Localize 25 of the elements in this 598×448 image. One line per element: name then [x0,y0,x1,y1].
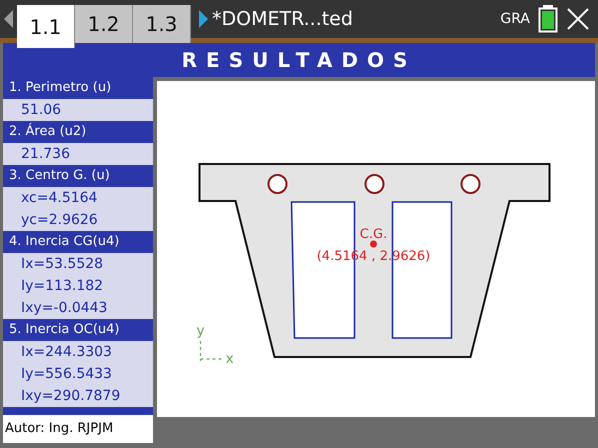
tab[interactable]: 1.1 [17,5,75,48]
result-value: Ix=244.3303 [3,341,153,363]
right-arrow-icon[interactable] [199,10,208,28]
result-value: yc=2.9626 [3,209,153,231]
result-value: Ixy=-0.0443 [3,297,153,319]
result-value: Iy=556.5433 [3,363,153,385]
centroid-label: C.G. [360,227,388,242]
axis-label: y [196,323,205,339]
battery-icon [538,5,558,33]
mode-indicator: GRA [500,10,530,28]
result-value: 51.06 [3,99,153,121]
result-value: Ixy=290.7879 [3,385,153,407]
axis-label: x [226,351,234,367]
result-value: xc=4.5164 [3,187,153,209]
axis-drawing [200,340,222,362]
result-value: Iy=113.182 [3,275,153,297]
centroid-point [370,240,377,248]
author-text: Autor: Ing. RJPJM [3,415,153,443]
document-title: *DOMETR...ted [212,6,353,32]
close-icon[interactable] [566,7,590,31]
header-title: RESULTADOS [0,43,598,77]
tab[interactable]: 1.2 [75,5,133,43]
tab[interactable]: 1.3 [133,5,191,43]
result-value: 21.736 [3,143,153,165]
result-value: Ix=53.5528 [3,253,153,275]
